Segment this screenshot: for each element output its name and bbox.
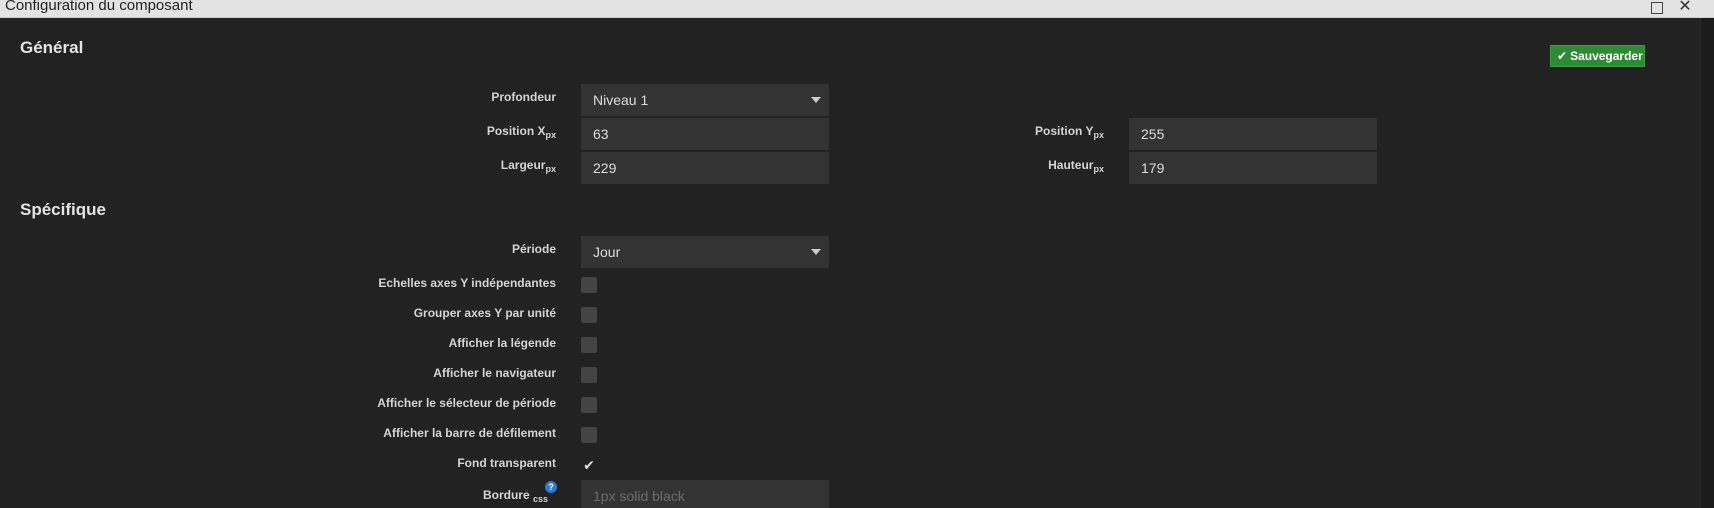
height-label: Hauteurpx: [1048, 158, 1104, 174]
save-button-label: Sauvegarder: [1570, 49, 1643, 63]
group-y-axes-checkbox[interactable]: [581, 307, 597, 323]
border-input[interactable]: [581, 480, 829, 508]
option-label: Afficher la barre de défilement: [383, 426, 556, 440]
independent-y-axes-checkbox[interactable]: [581, 277, 597, 293]
period-select[interactable]: Jour: [581, 236, 829, 268]
caret-down-icon: [811, 97, 821, 103]
show-legend-checkbox[interactable]: [581, 337, 597, 353]
position-y-input[interactable]: [1129, 118, 1377, 150]
transparent-background-checkbox[interactable]: ✔: [581, 457, 597, 473]
window-title: Configuration du composant: [5, 0, 193, 14]
show-navigator-checkbox[interactable]: [581, 367, 597, 383]
show-scrollbar-checkbox[interactable]: [581, 427, 597, 443]
save-button[interactable]: ✔ Sauvegarder: [1550, 45, 1645, 67]
border-label: Bordure css: [482, 488, 548, 504]
width-label: Largeurpx: [500, 158, 556, 174]
option-label: Afficher le navigateur: [433, 366, 556, 380]
position-y-label: Position Ypx: [1035, 124, 1104, 140]
width-input[interactable]: [581, 152, 829, 184]
option-label: Echelles axes Y indépendantes: [378, 276, 556, 290]
option-label: Grouper axes Y par unité: [413, 306, 556, 320]
depth-value: Niveau 1: [593, 92, 649, 108]
position-x-label: Position Xpx: [486, 124, 556, 140]
depth-select[interactable]: Niveau 1: [581, 84, 829, 116]
close-button[interactable]: ✕: [1676, 0, 1694, 18]
window-titlebar: Configuration du composant ✕: [0, 0, 1714, 18]
section-title-general: Général: [20, 38, 84, 57]
depth-label: Profondeur: [491, 90, 556, 104]
position-x-input[interactable]: [581, 118, 829, 150]
height-input[interactable]: [1129, 152, 1377, 184]
period-label: Période: [511, 242, 556, 256]
caret-down-icon: [811, 249, 821, 255]
option-label: Afficher la légende: [448, 336, 556, 350]
section-title-specific: Spécifique: [20, 200, 106, 219]
period-value: Jour: [593, 244, 621, 260]
close-icon: ✕: [1678, 0, 1692, 15]
option-label: Afficher le sélecteur de période: [377, 396, 556, 410]
option-label: Fond transparent: [457, 456, 556, 470]
checkmark-icon: ✔: [583, 457, 595, 473]
check-icon: ✔: [1557, 49, 1568, 63]
maximize-icon: [1651, 2, 1663, 14]
show-period-selector-checkbox[interactable]: [581, 397, 597, 413]
help-icon[interactable]: ?: [545, 481, 557, 493]
scrollbar[interactable]: [1700, 18, 1714, 508]
maximize-button[interactable]: [1648, 0, 1666, 18]
